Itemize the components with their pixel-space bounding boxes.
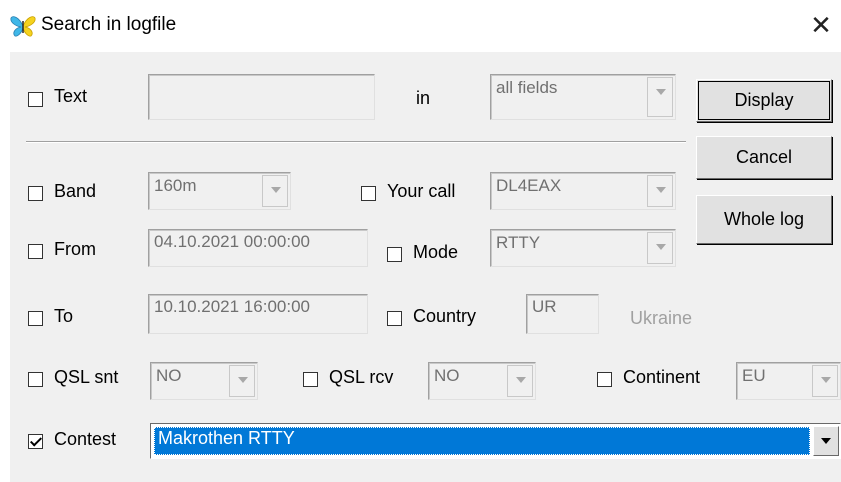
to-date-input[interactable]: 10.10.2021 16:00:00 bbox=[148, 294, 368, 334]
your-call-label: Your call bbox=[387, 181, 456, 201]
chevron-down-icon[interactable] bbox=[812, 365, 838, 397]
continent-select-value: EU bbox=[742, 366, 766, 385]
qsl-rcv-select[interactable]: NO bbox=[428, 362, 536, 400]
your-call-checkbox[interactable] bbox=[361, 186, 376, 201]
fields-select-value: all fields bbox=[496, 78, 558, 97]
chevron-down-icon[interactable] bbox=[647, 77, 673, 117]
qsl-rcv-checkbox[interactable] bbox=[303, 372, 318, 387]
dialog-body: Text in all fields Display Cancel Whole … bbox=[10, 52, 841, 482]
band-select-value: 160m bbox=[154, 176, 197, 195]
title-bar: Search in logfile ✕ bbox=[0, 0, 841, 50]
qsl-snt-select-value: NO bbox=[156, 366, 182, 385]
your-call-select-value: DL4EAX bbox=[496, 176, 562, 195]
text-checkbox[interactable] bbox=[28, 92, 43, 107]
text-label: Text bbox=[54, 86, 88, 106]
country-checkbox[interactable] bbox=[387, 311, 402, 326]
text-input[interactable] bbox=[148, 74, 375, 120]
mode-checkbox[interactable] bbox=[387, 247, 402, 262]
qsl-rcv-label: QSL rcv bbox=[329, 367, 394, 387]
from-label: From bbox=[54, 239, 96, 259]
fields-select[interactable]: all fields bbox=[490, 74, 676, 120]
band-label: Band bbox=[54, 181, 97, 201]
contest-select-value: Makrothen RTTY bbox=[154, 427, 810, 455]
chevron-down-icon[interactable] bbox=[229, 365, 255, 397]
qsl-snt-select[interactable]: NO bbox=[150, 362, 258, 400]
to-checkbox[interactable] bbox=[28, 311, 43, 326]
contest-checkbox[interactable] bbox=[28, 434, 43, 449]
mode-label: Mode bbox=[413, 242, 459, 262]
continent-select[interactable]: EU bbox=[736, 362, 841, 400]
chevron-down-icon[interactable] bbox=[813, 426, 839, 456]
continent-label: Continent bbox=[623, 367, 701, 387]
continent-checkbox[interactable] bbox=[597, 372, 612, 387]
chevron-down-icon[interactable] bbox=[647, 232, 673, 264]
qsl-snt-label: QSL snt bbox=[54, 367, 119, 387]
chevron-down-icon[interactable] bbox=[262, 175, 288, 207]
mode-select[interactable]: RTTY bbox=[490, 229, 676, 267]
cancel-button[interactable]: Cancel bbox=[696, 136, 832, 179]
chevron-down-icon[interactable] bbox=[647, 175, 673, 207]
separator bbox=[26, 141, 686, 143]
window-title: Search in logfile bbox=[41, 14, 177, 35]
from-checkbox[interactable] bbox=[28, 244, 43, 259]
to-label: To bbox=[54, 306, 74, 326]
display-button[interactable]: Display bbox=[696, 79, 832, 122]
your-call-select[interactable]: DL4EAX bbox=[490, 172, 676, 210]
from-date-input[interactable]: 04.10.2021 00:00:00 bbox=[148, 229, 368, 267]
country-name: Ukraine bbox=[630, 308, 693, 328]
whole-log-button[interactable]: Whole log bbox=[696, 195, 832, 244]
qsl-rcv-select-value: NO bbox=[434, 366, 460, 385]
butterfly-icon bbox=[10, 16, 36, 37]
contest-label: Contest bbox=[54, 429, 117, 449]
contest-select[interactable]: Makrothen RTTY bbox=[150, 423, 841, 459]
qsl-snt-checkbox[interactable] bbox=[28, 372, 43, 387]
country-input[interactable]: UR bbox=[526, 294, 599, 334]
close-button[interactable]: ✕ bbox=[806, 10, 836, 40]
band-select[interactable]: 160m bbox=[148, 172, 291, 210]
in-label: in bbox=[416, 88, 431, 108]
band-checkbox[interactable] bbox=[28, 186, 43, 201]
chevron-down-icon[interactable] bbox=[507, 365, 533, 397]
mode-select-value: RTTY bbox=[496, 233, 541, 252]
country-label: Country bbox=[413, 306, 477, 326]
